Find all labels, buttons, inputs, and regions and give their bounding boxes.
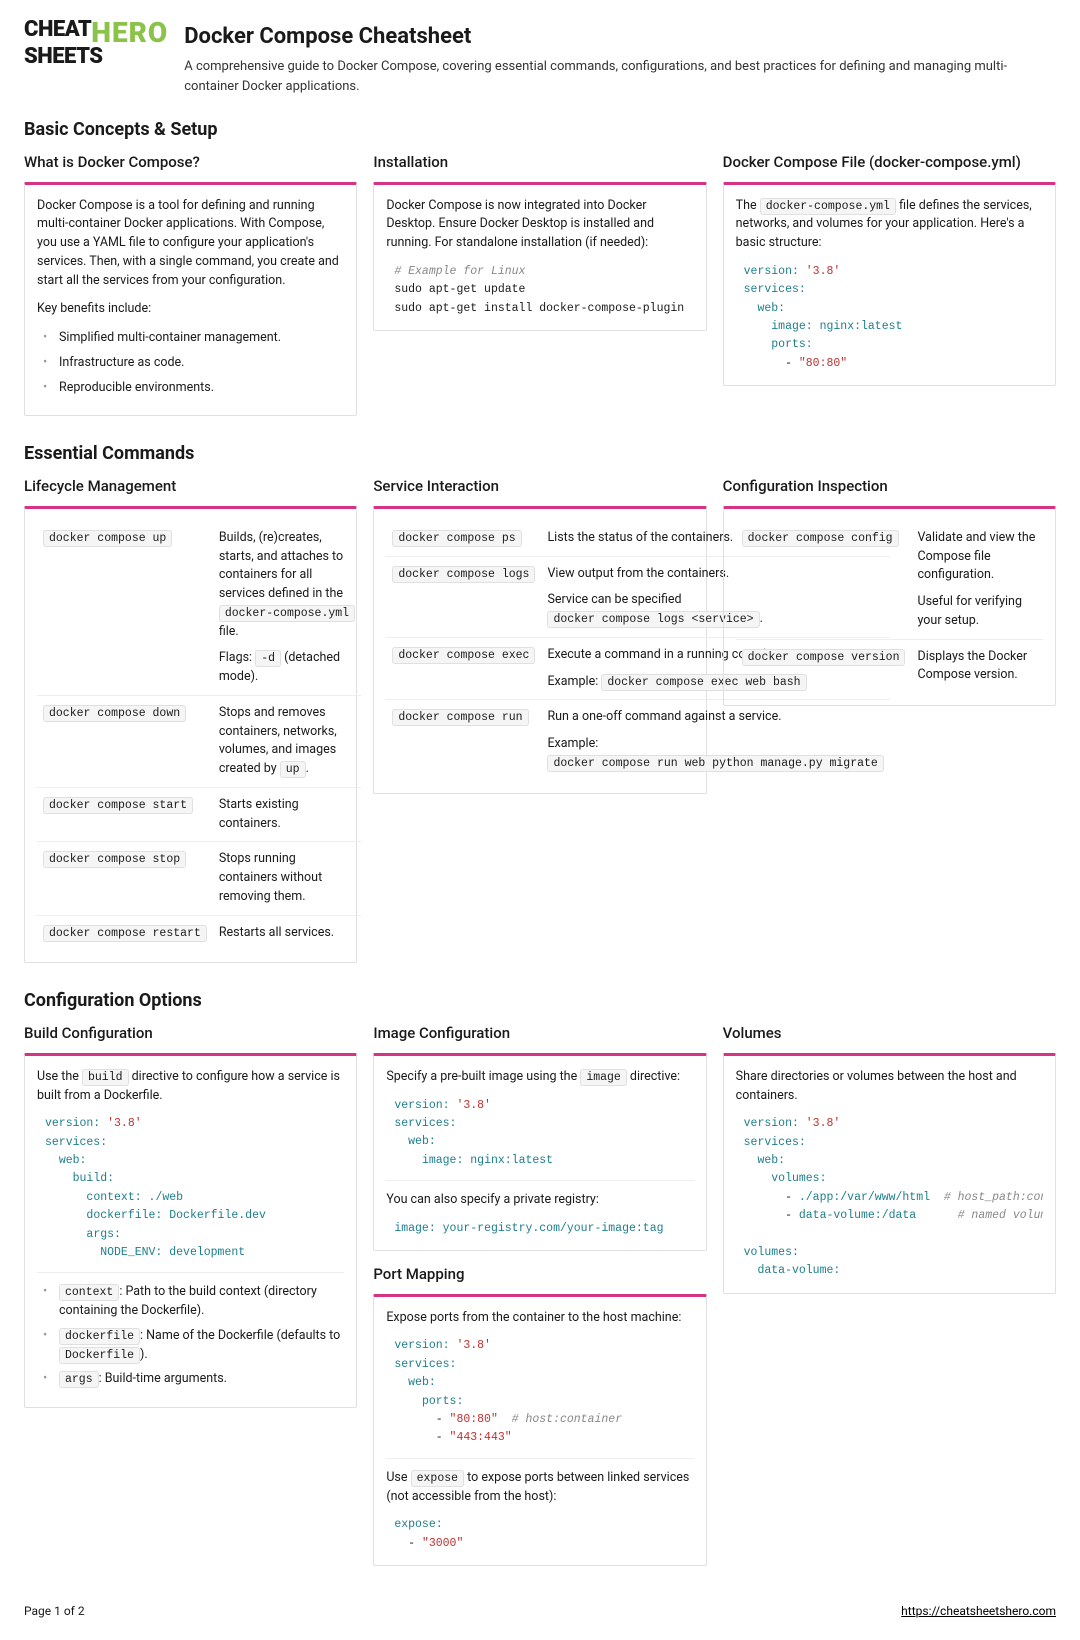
title-block: Docker Compose Cheatsheet A comprehensiv… [184,20,1056,96]
list-item: Infrastructure as code. [39,354,344,373]
command-table: docker compose configValidate and view t… [736,521,1043,693]
list-item: context: Path to the build context (dire… [39,1283,344,1321]
command-code: docker compose stop [43,851,186,868]
command-table: docker compose upBuilds, (re)creates, st… [37,521,361,951]
command-code: docker compose up [43,530,172,547]
card-title: Port Mapping [373,1263,706,1286]
command-code: docker compose down [43,705,186,722]
list-item: Reproducible environments. [39,379,344,398]
page-number: Page 1 of 2 [24,1602,85,1620]
code-block: version: '3.8' services: web: ports: - "… [386,1337,693,1447]
section-heading-options: Configuration Options [24,987,1056,1014]
card-lifecycle: docker compose upBuilds, (re)creates, st… [24,506,357,964]
table-row: docker compose upBuilds, (re)creates, st… [37,521,361,696]
page-title: Docker Compose Cheatsheet [184,20,1056,53]
card-title: Service Interaction [373,475,706,498]
bullet-list: context: Path to the build context (dire… [37,1283,344,1389]
code-block: version: '3.8' services: web: build: con… [37,1115,344,1262]
table-row: docker compose downStops and removes con… [37,695,361,787]
card-compose-file: The docker-compose.yml file defines the … [723,182,1056,387]
footer-link[interactable]: https://cheatsheetshero.com [901,1602,1056,1620]
list-item: Simplified multi-container management. [39,329,344,348]
card-service-interaction: docker compose psLists the status of the… [373,506,706,794]
logo-text-cheat: CHEAT [24,20,91,47]
card-title: Image Configuration [373,1022,706,1045]
card-title: Build Configuration [24,1022,357,1045]
card-title: Lifecycle Management [24,475,357,498]
card-port-mapping: Expose ports from the container to the h… [373,1294,706,1566]
code-block: version: '3.8' services: web: image: ngi… [736,263,1043,373]
card-title: Installation [373,151,706,174]
command-code: docker compose restart [43,925,207,942]
paragraph: The docker-compose.yml file defines the … [736,197,1043,253]
page-subtitle: A comprehensive guide to Docker Compose,… [184,57,1056,96]
table-row: docker compose versionDisplays the Docke… [736,639,1043,693]
table-row: docker compose startStarts existing cont… [37,787,361,842]
card-image-config: Specify a pre-built image using the imag… [373,1053,706,1251]
paragraph: You can also specify a private registry: [386,1191,693,1210]
page-footer: Page 1 of 2 https://cheatsheetshero.com [24,1602,1056,1620]
card-title: Volumes [723,1022,1056,1045]
code-block: image: your-registry.com/your-image:tag [386,1220,693,1238]
paragraph: Share directories or volumes between the… [736,1068,1043,1106]
paragraph: Expose ports from the container to the h… [386,1309,693,1328]
paragraph: Use the build directive to configure how… [37,1068,344,1106]
bullet-list: Simplified multi-container management. I… [37,329,344,397]
paragraph: Docker Compose is now integrated into Do… [386,197,693,253]
paragraph: Specify a pre-built image using the imag… [386,1068,693,1087]
command-code: docker compose start [43,797,193,814]
card-config-inspection: docker compose configValidate and view t… [723,506,1056,706]
list-item: args: Build-time arguments. [39,1370,344,1389]
logo-text-sheets: SHEETS [24,47,168,68]
code-block: expose: - "3000" [386,1516,693,1553]
table-row: docker compose configValidate and view t… [736,521,1043,639]
card-title: What is Docker Compose? [24,151,357,174]
card-title: Configuration Inspection [723,475,1056,498]
section-heading-essential: Essential Commands [24,440,1056,467]
code-block: # Example for Linux sudo apt-get update … [386,263,693,318]
card-installation: Docker Compose is now integrated into Do… [373,182,706,331]
table-row: docker compose stopStops running contain… [37,842,361,915]
card-title: Docker Compose File (docker-compose.yml) [723,151,1056,174]
paragraph: Use expose to expose ports between linke… [386,1469,693,1507]
code-block: version: '3.8' services: web: image: ngi… [386,1097,693,1171]
page-header: CHEAT HERO SHEETS Docker Compose Cheatsh… [24,20,1056,96]
section-heading-basic: Basic Concepts & Setup [24,116,1056,143]
list-item: dockerfile: Name of the Dockerfile (defa… [39,1327,344,1365]
table-row: docker compose restartRestarts all servi… [37,915,361,950]
card-build-config: Use the build directive to configure how… [24,1053,357,1408]
logo-text-hero: HERO [91,20,168,47]
logo: CHEAT HERO SHEETS [24,20,168,96]
inline-code: docker-compose.yml [760,198,896,215]
paragraph: Key benefits include: [37,300,344,319]
code-block: version: '3.8' services: web: volumes: -… [736,1115,1043,1281]
card-what-is: Docker Compose is a tool for defining an… [24,182,357,417]
card-volumes: Share directories or volumes between the… [723,1053,1056,1294]
paragraph: Docker Compose is a tool for defining an… [37,197,344,291]
